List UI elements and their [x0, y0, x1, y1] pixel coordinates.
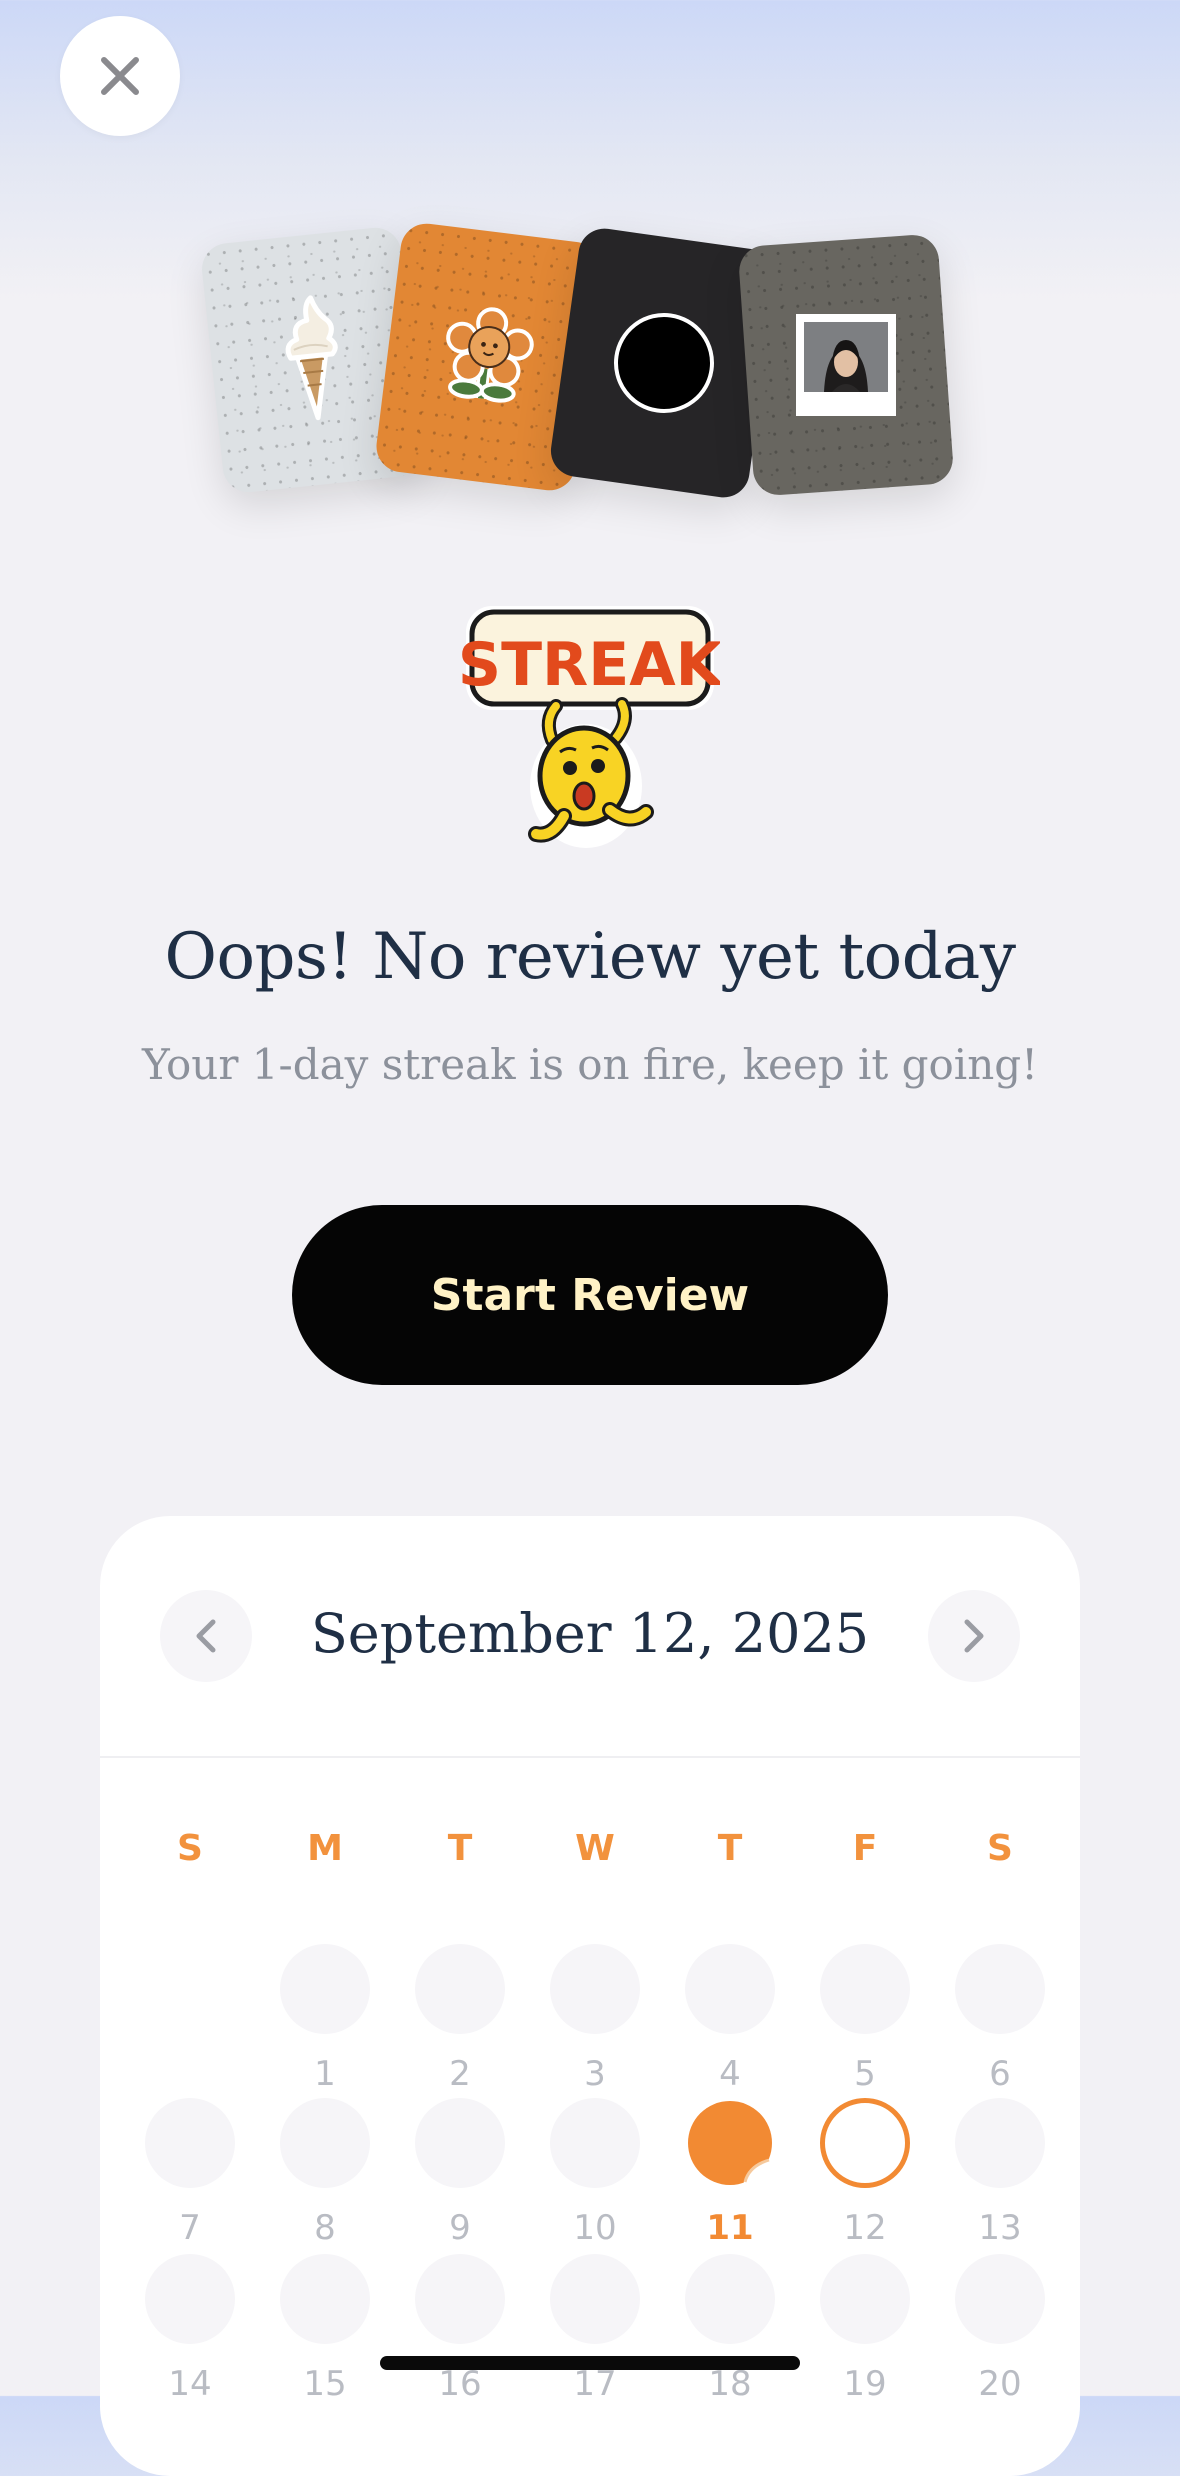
- ice-cream-sticker: [285, 295, 338, 421]
- chevron-right-icon: [964, 1619, 984, 1653]
- day-number: 14: [168, 2364, 212, 2404]
- day-number: 20: [978, 2364, 1022, 2404]
- weekday-label: M: [307, 1828, 343, 1869]
- headline: Oops! No review yet today: [164, 920, 1016, 994]
- calendar-divider: [100, 1756, 1080, 1758]
- day-number: 15: [303, 2364, 347, 2404]
- day-number: 7: [179, 2208, 201, 2248]
- day-number: 4: [719, 2054, 741, 2094]
- day-number: 18: [708, 2364, 752, 2404]
- selected-day-number: 12: [843, 2208, 887, 2248]
- day-number: 13: [978, 2208, 1022, 2248]
- day-number: 10: [573, 2208, 617, 2248]
- black-circle-sticker: [613, 313, 714, 413]
- day-number: 9: [449, 2208, 471, 2248]
- day-number: 19: [843, 2364, 887, 2404]
- weekday-label: F: [852, 1828, 878, 1869]
- weekday-label: W: [575, 1828, 615, 1869]
- day-cell[interactable]: [145, 2098, 235, 2188]
- day-number: 2: [449, 2054, 471, 2094]
- selected-day-marker[interactable]: [820, 2098, 910, 2188]
- day-cell[interactable]: [280, 2098, 370, 2188]
- day-number: 17: [573, 2364, 617, 2404]
- day-cell[interactable]: [820, 2254, 910, 2344]
- next-month-button[interactable]: [928, 1590, 1020, 1682]
- start-review-button[interactable]: Start Review: [292, 1205, 888, 1385]
- day-cell[interactable]: [550, 2254, 640, 2344]
- day-number: 3: [584, 2054, 606, 2094]
- day-cell[interactable]: [550, 1944, 640, 2034]
- day-number: 1: [314, 2054, 336, 2094]
- start-review-label: Start Review: [430, 1269, 750, 1321]
- day-cell[interactable]: [415, 1944, 505, 2034]
- weekday-label: T: [447, 1828, 473, 1869]
- day-cell[interactable]: [955, 2098, 1045, 2188]
- day-cell[interactable]: [550, 2098, 640, 2188]
- day-cell[interactable]: [145, 2254, 235, 2344]
- weekday-label: T: [717, 1828, 743, 1869]
- day-number: 16: [438, 2364, 482, 2404]
- day-cell[interactable]: [685, 2254, 775, 2344]
- day-cell[interactable]: [955, 2254, 1045, 2344]
- streak-sticker: STREAK: [458, 600, 725, 860]
- streak-calendar: September 12, 2025 S M T W T F S 1 2 3 4…: [100, 1516, 1080, 2476]
- home-indicator[interactable]: [380, 2356, 800, 2370]
- weekday-label: S: [987, 1828, 1013, 1869]
- day-cell[interactable]: [415, 2254, 505, 2344]
- weekday-label: S: [177, 1828, 203, 1869]
- streak-label: STREAK: [460, 630, 720, 700]
- day-cell[interactable]: [820, 1944, 910, 2034]
- day-number: 5: [854, 2054, 876, 2094]
- completed-day-number: 11: [706, 2208, 754, 2248]
- polaroid-photo-sticker: [796, 314, 896, 416]
- day-cell[interactable]: [955, 1944, 1045, 2034]
- day-number: 8: [314, 2208, 336, 2248]
- completed-day-marker[interactable]: [685, 2098, 775, 2188]
- sticker-cards: [0, 0, 1180, 540]
- subline: Your 1-day streak is on fire, keep it go…: [141, 1040, 1039, 1089]
- flower-sticker: [446, 307, 534, 403]
- month-header: September 12, 2025: [100, 1516, 1080, 1756]
- day-number: 6: [989, 2054, 1011, 2094]
- day-cell[interactable]: [415, 2098, 505, 2188]
- day-cell[interactable]: [280, 2254, 370, 2344]
- day-cell[interactable]: [685, 1944, 775, 2034]
- day-cell[interactable]: [280, 1944, 370, 2034]
- card-photo: [737, 233, 955, 497]
